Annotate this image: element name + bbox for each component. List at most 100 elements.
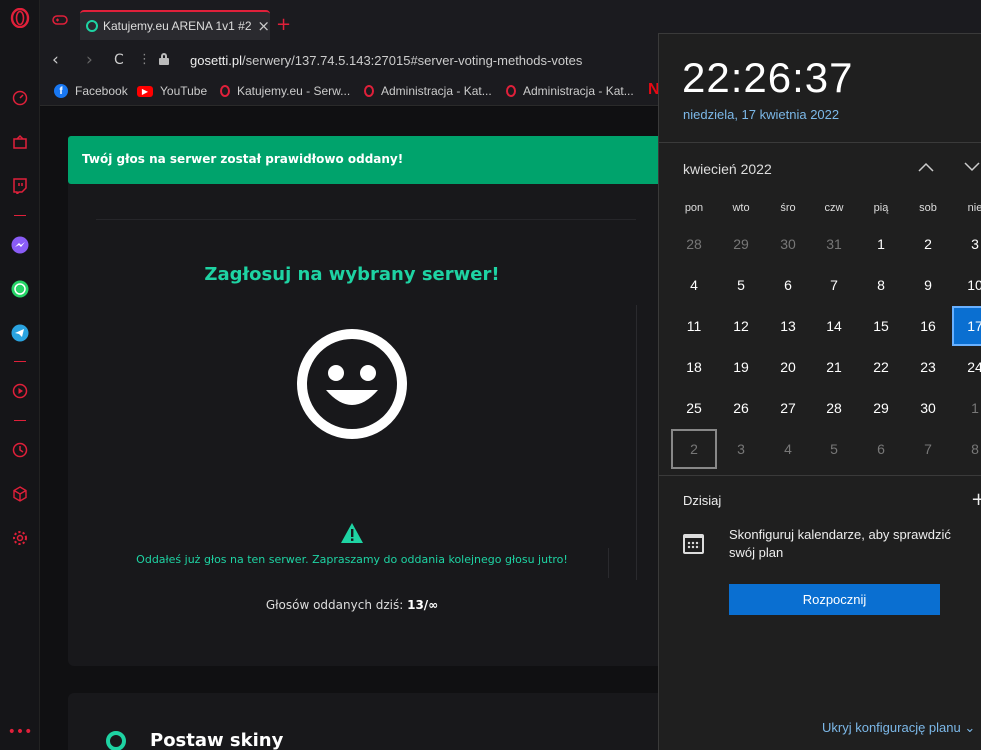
bookmark-administracja-1[interactable]: Administracja - Kat... [364, 84, 492, 98]
screen: ••• Katujemy.eu ARENA 1v1 #2 × + ‹ › C ⋮… [0, 0, 981, 750]
calendar-day[interactable]: 24 [952, 347, 981, 387]
calendar-day[interactable]: 28 [811, 388, 857, 428]
calendar-day[interactable]: 6 [858, 429, 904, 469]
url-path: /serwery/137.74.5.143:27015#server-votin… [242, 53, 583, 68]
calendar-day[interactable]: 2 [905, 224, 951, 264]
weekday-label: nie [967, 202, 981, 214]
site-info-icon[interactable]: ⋮ [138, 52, 151, 67]
whatsapp-icon[interactable] [10, 279, 30, 299]
calendar-day[interactable]: 5 [718, 265, 764, 305]
calendar-day[interactable]: 20 [765, 347, 811, 387]
calendar-day[interactable]: 4 [671, 265, 717, 305]
hide-plan-config-link[interactable]: Ukryj konfigurację planu ⌄ [822, 720, 975, 736]
opera-icon [506, 85, 516, 97]
calendar-day[interactable]: 2 [671, 429, 717, 469]
tab-title: Katujemy.eu ARENA 1v1 #2 [103, 19, 252, 33]
calendar-day[interactable]: 21 [811, 347, 857, 387]
calendar-day[interactable]: 22 [858, 347, 904, 387]
calendar-day[interactable]: 14 [811, 306, 857, 346]
calendar-day[interactable]: 4 [765, 429, 811, 469]
skins-ring-icon [106, 731, 126, 750]
calendar-day[interactable]: 3 [718, 429, 764, 469]
calendar-day[interactable]: 16 [905, 306, 951, 346]
extensions-icon[interactable] [10, 484, 30, 504]
calendar-day[interactable]: 23 [905, 347, 951, 387]
calendar-day[interactable]: 10 [952, 265, 981, 305]
forward-icon[interactable]: › [86, 50, 93, 70]
calendar-day[interactable]: 6 [765, 265, 811, 305]
reload-icon[interactable]: C [114, 52, 124, 68]
calendar-day[interactable]: 11 [671, 306, 717, 346]
history-icon[interactable] [10, 440, 30, 460]
add-event-icon[interactable]: + [971, 489, 981, 510]
calendar-day[interactable]: 9 [905, 265, 951, 305]
lock-icon[interactable] [159, 53, 169, 65]
bookmark-administracja-2[interactable]: Administracja - Kat... [506, 84, 634, 98]
messenger-icon[interactable] [10, 235, 30, 255]
calendar-flyout: 22:26:37 niedziela, 17 kwietnia 2022 kwi… [658, 33, 981, 750]
opera-icon [220, 85, 230, 97]
calendar-day[interactable]: 12 [718, 306, 764, 346]
gx-control-icon[interactable] [48, 14, 72, 34]
more-options-icon[interactable]: ••• [8, 722, 33, 742]
calendar-day[interactable]: 29 [718, 224, 764, 264]
calendar-day[interactable]: 19 [718, 347, 764, 387]
smiley-icon [296, 328, 408, 440]
hide-plan-config-label: Ukryj konfigurację planu [822, 720, 961, 735]
tab-close-icon[interactable]: × [257, 17, 270, 35]
start-button[interactable]: Rozpocznij [729, 584, 940, 615]
new-tab-button[interactable]: + [276, 14, 291, 35]
calendar-day[interactable]: 7 [811, 265, 857, 305]
back-icon[interactable]: ‹ [52, 50, 59, 70]
twitch-icon[interactable] [10, 176, 30, 196]
url-field[interactable]: gosetti.pl/serwery/137.74.5.143:27015#se… [190, 53, 582, 68]
calendar-day[interactable]: 29 [858, 388, 904, 428]
weekday-label: wto [732, 202, 750, 214]
calendar-day[interactable]: 1 [952, 388, 981, 428]
bookmark-label: Administracja - Kat... [523, 84, 634, 98]
bookmark-katujemy[interactable]: Katujemy.eu - Serw... [220, 84, 350, 98]
calendar-day[interactable]: 26 [718, 388, 764, 428]
divider [636, 305, 637, 580]
calendar-day[interactable]: 30 [765, 224, 811, 264]
calendar-day[interactable]: 7 [905, 429, 951, 469]
weekday-label: pon [684, 202, 704, 214]
calendar-day[interactable]: 8 [858, 265, 904, 305]
calendar-day[interactable]: 13 [765, 306, 811, 346]
gx-corner-icon[interactable] [10, 132, 30, 152]
calendar-day[interactable]: 25 [671, 388, 717, 428]
bookmark-label: Administracja - Kat... [381, 84, 492, 98]
calendar-day[interactable]: 5 [811, 429, 857, 469]
full-date-link[interactable]: niedziela, 17 kwietnia 2022 [683, 107, 839, 122]
telegram-icon[interactable] [10, 323, 30, 343]
configure-calendars-text: Skonfiguruj kalendarze, aby sprawdzić sw… [729, 527, 951, 560]
bookmark-youtube[interactable]: ▶ YouTube [137, 84, 207, 98]
bookmark-label: YouTube [160, 84, 208, 98]
settings-gear-icon[interactable] [10, 528, 30, 548]
weekday-label: pią [873, 202, 889, 214]
month-header[interactable]: kwiecień 2022 [683, 161, 772, 177]
calendar-day[interactable]: 17 [952, 306, 981, 346]
calendar-day[interactable]: 15 [858, 306, 904, 346]
calendar-day[interactable]: 18 [671, 347, 717, 387]
calendar-day[interactable]: 28 [671, 224, 717, 264]
next-month-icon[interactable] [963, 158, 981, 177]
vote-title: Zagłosuj na wybrany serwer! [204, 264, 500, 285]
bookmark-facebook[interactable]: f Facebook [54, 84, 128, 98]
calendar-day[interactable]: 30 [905, 388, 951, 428]
calendar-day[interactable]: 1 [858, 224, 904, 264]
url-host: gosetti.pl [190, 53, 243, 68]
speed-dial-icon[interactable] [10, 88, 30, 108]
player-icon[interactable] [10, 381, 30, 401]
calendar-day[interactable]: 8 [952, 429, 981, 469]
today-label: Dzisiaj [683, 493, 722, 508]
tab-active[interactable]: Katujemy.eu ARENA 1v1 #2 × [80, 10, 270, 40]
calendar-icon [683, 534, 704, 554]
calendar-day[interactable]: 27 [765, 388, 811, 428]
success-toast[interactable]: Twój głos na serwer został prawidłowo od… [68, 136, 668, 184]
previous-month-icon[interactable] [917, 158, 935, 177]
calendar-day[interactable]: 31 [811, 224, 857, 264]
opera-logo-icon[interactable] [10, 8, 30, 28]
calendar-day[interactable]: 3 [952, 224, 981, 264]
divider [96, 219, 636, 220]
